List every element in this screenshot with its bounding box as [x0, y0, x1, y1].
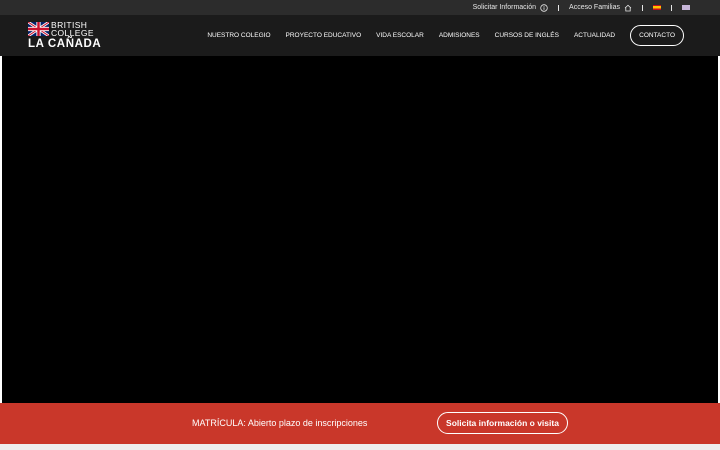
request-visit-button[interactable]: Solicita información o visita [437, 412, 568, 434]
divider [671, 4, 672, 11]
divider [642, 4, 643, 11]
nav-item-actualidad[interactable]: ACTUALIDAD [574, 32, 615, 39]
home-icon [624, 4, 632, 12]
hero-video[interactable] [0, 56, 720, 403]
page-bottom-strip [0, 444, 720, 450]
nav-item-vida-escolar[interactable]: VIDA ESCOLAR [376, 32, 424, 39]
request-info-link[interactable]: Solicitar Información [472, 3, 548, 12]
union-jack-icon [27, 20, 50, 38]
enrollment-banner: MATRÍCULA: Abierto plazo de inscripcione… [0, 403, 720, 444]
logo-text: BRITISH COLLEGE LA CAÑADA [28, 21, 124, 51]
family-access-link[interactable]: Acceso Familias [569, 4, 632, 12]
family-access-label: Acceso Familias [569, 4, 620, 11]
nav-item-cursos-de-ingles[interactable]: CURSOS DE INGLÉS [495, 32, 559, 39]
main-navbar: BRITISH COLLEGE LA CAÑADA NUESTRO COLEGI… [0, 15, 720, 56]
request-info-label: Solicitar Información [472, 4, 537, 11]
top-bar: Solicitar Información Acceso Familias [0, 0, 720, 15]
divider [558, 4, 560, 11]
nav-item-nuestro-colegio[interactable]: NUESTRO COLEGIO [207, 32, 270, 39]
info-icon [540, 3, 548, 12]
site-logo[interactable]: BRITISH COLLEGE LA CAÑADA [27, 20, 124, 51]
enrollment-text: MATRÍCULA: Abierto plazo de inscripcione… [192, 418, 368, 428]
spain-flag-icon[interactable] [653, 5, 661, 10]
logo-line-3: LA CAÑADA [28, 38, 102, 50]
contact-button[interactable]: CONTACTO [630, 25, 684, 46]
main-menu: NUESTRO COLEGIO PROYECTO EDUCATIVO VIDA … [192, 15, 684, 56]
nav-item-admisiones[interactable]: ADMISIONES [439, 32, 480, 39]
nav-item-proyecto-educativo[interactable]: PROYECTO EDUCATIVO [286, 32, 362, 39]
logo-line-2: COLLEGE [51, 28, 94, 38]
uk-flag-icon[interactable] [682, 5, 690, 10]
